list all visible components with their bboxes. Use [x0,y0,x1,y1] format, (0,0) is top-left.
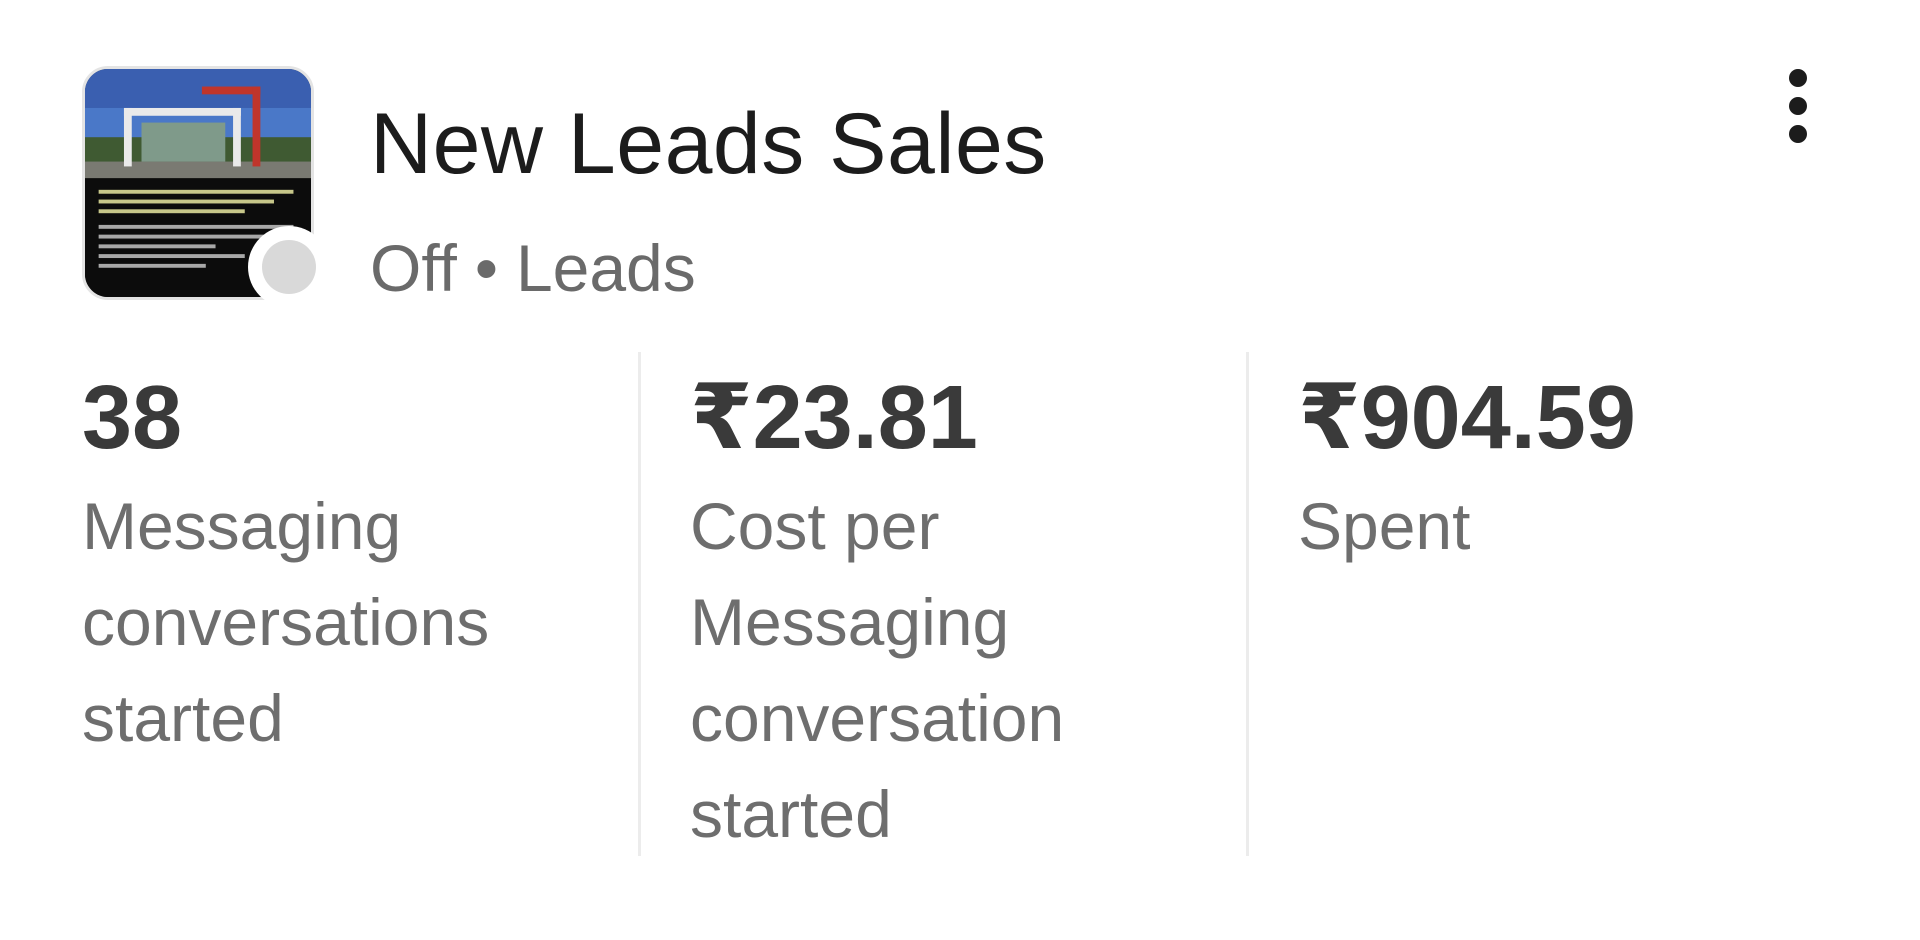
metric-label: Messaging conversations started [82,489,490,755]
metric-value: 38 [82,368,183,468]
metric-divider [1246,352,1249,856]
metric-results: 38 Messaging conversations started [82,368,642,766]
metric-divider [638,352,641,856]
campaign-status: Off [370,231,457,305]
more-vertical-icon [1789,69,1807,87]
campaign-objective: Leads [515,231,696,305]
ad-thumbnail[interactable] [82,66,330,308]
metric-cost-per-result: ₹23.81 Cost per Messaging conversation s… [690,368,1250,862]
subtitle-separator: • [474,231,498,305]
campaign-card[interactable]: New Leads Sales Off • Leads 38 Messaging c… [0,0,1920,940]
more-options-button[interactable] [1756,54,1840,158]
campaign-title[interactable]: New Leads Sales [370,92,1047,196]
metric-value: ₹904.59 [1298,368,1636,468]
campaign-subtitle: Off • Leads [370,228,696,308]
metric-amount-spent: ₹904.59 Spent [1298,368,1858,574]
metric-value: ₹23.81 [690,368,978,468]
metric-label: Cost per Messaging conversation started [690,489,1065,851]
metric-label: Spent [1298,489,1471,563]
status-dot-icon [248,226,330,308]
